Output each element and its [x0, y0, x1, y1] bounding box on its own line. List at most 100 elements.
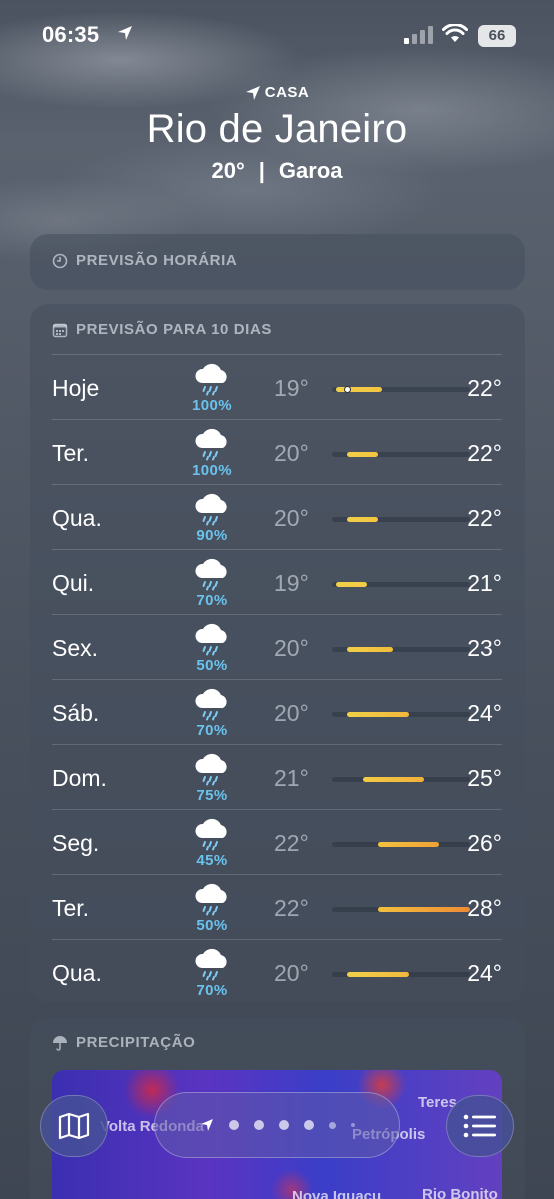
cloud-rain-icon — [195, 948, 227, 981]
temperature-range-track — [332, 842, 470, 847]
cloud-rain-icon — [195, 363, 227, 396]
temperature-range-track — [332, 582, 470, 587]
temperature-range-track — [332, 386, 470, 393]
temperature-range-bar — [347, 452, 378, 457]
current-location-icon — [200, 1119, 213, 1131]
cloud-rain-icon — [195, 688, 227, 721]
temperature-range-track — [332, 972, 470, 977]
map-label: Nova Iguaçu — [292, 1188, 382, 1199]
precip-chance: 90% — [196, 527, 228, 544]
cloud-rain-icon — [195, 818, 227, 851]
temperature-range-bar — [347, 712, 409, 717]
daily-forecast-row[interactable]: Qua. 90% 20° 22° — [52, 484, 502, 549]
temperature-range-track — [332, 517, 470, 522]
high-temperature: 22° — [467, 375, 502, 401]
precip-chance: 70% — [196, 982, 228, 999]
day-name: Dom. — [52, 765, 107, 791]
low-temperature: 20° — [274, 440, 309, 466]
wifi-icon — [442, 24, 468, 42]
temperature-range-bar — [378, 907, 470, 912]
day-name: Ter. — [52, 895, 90, 921]
day-name: Qua. — [52, 960, 102, 986]
page-dot[interactable] — [278, 1120, 289, 1130]
day-name: Qui. — [52, 570, 95, 596]
map-label: Rio Bonito — [422, 1186, 498, 1199]
daily-forecast-row[interactable]: Sáb. 70% 20° 24° — [52, 679, 502, 744]
hourly-forecast-card[interactable]: PREVISÃO HORÁRIA — [30, 234, 525, 290]
daily-forecast-row[interactable]: Ter. 100% 20° 22° — [52, 419, 502, 484]
precip-chance: 45% — [196, 852, 228, 869]
location-header: CASA Rio de Janeiro 20° | Garoa — [0, 84, 554, 184]
city-name: Rio de Janeiro — [146, 107, 408, 151]
location-services-icon — [118, 26, 132, 40]
day-name: Sex. — [52, 635, 99, 661]
cloud-rain-icon — [195, 753, 227, 786]
day-name: Hoje — [52, 375, 100, 401]
umbrella-icon — [53, 1035, 67, 1051]
daily-title-text: PREVISÃO PARA 10 DIAS — [76, 321, 272, 338]
ten-day-forecast-card[interactable]: PREVISÃO PARA 10 DIAS Hoje 100% 19° 22° Ter.… — [30, 304, 525, 1002]
daily-forecast-row[interactable]: Hoje 100% 19° 22° — [52, 354, 502, 419]
cloud-rain-icon — [195, 428, 227, 461]
hourly-title-text: PREVISÃO HORÁRIA — [76, 252, 238, 269]
high-temperature: 25° — [467, 765, 502, 791]
daily-forecast-list: Hoje 100% 19° 22° Ter. 100% 20° 22° Qua. 90% 20° 22… — [52, 354, 502, 1004]
temperature-range-track — [332, 777, 470, 782]
cloud-rain-icon — [195, 883, 227, 916]
precip-chance: 100% — [192, 462, 232, 479]
precip-card-title: PRECIPITAÇÃO — [52, 1034, 195, 1051]
daily-forecast-row[interactable]: Ter. 50% 22° 28° — [52, 874, 502, 939]
page-dot[interactable] — [350, 1123, 355, 1127]
daily-forecast-row[interactable]: Seg. 45% 22° 26° — [52, 809, 502, 874]
page-dot[interactable] — [328, 1121, 336, 1129]
high-temperature: 21° — [467, 570, 502, 596]
precip-chance: 70% — [196, 592, 228, 609]
high-temperature: 28° — [467, 895, 502, 921]
day-name: Seg. — [52, 830, 100, 856]
temperature-range-bar — [378, 842, 440, 847]
page-dot[interactable] — [228, 1120, 239, 1130]
low-temperature: 20° — [274, 960, 309, 986]
list-icon — [463, 1114, 496, 1138]
precip-chance: 75% — [196, 787, 228, 804]
day-name: Ter. — [52, 440, 90, 466]
high-temperature: 23° — [467, 635, 502, 661]
high-temperature: 22° — [467, 440, 502, 466]
status-bar: 06:35 66 — [0, 0, 554, 72]
status-time: 06:35 — [42, 22, 100, 47]
precip-title-text: PRECIPITAÇÃO — [76, 1034, 196, 1051]
temperature-range-bar — [347, 972, 409, 977]
temperature-range-bar — [336, 582, 367, 587]
daily-forecast-row[interactable]: Qui. 70% 19° 21° — [52, 549, 502, 614]
current-temperature: 20° — [211, 158, 245, 183]
high-temperature: 24° — [467, 960, 502, 986]
locations-list-button[interactable] — [446, 1095, 514, 1157]
daily-forecast-row[interactable]: Qua. 70% 20° 24° — [52, 939, 502, 1004]
low-temperature: 21° — [274, 765, 309, 791]
daily-forecast-row[interactable]: Sex. 50% 20° 23° — [52, 614, 502, 679]
battery-indicator: 66 — [478, 25, 516, 47]
location-page-indicator[interactable] — [154, 1092, 400, 1158]
location-label: CASA — [264, 84, 310, 101]
low-temperature: 20° — [274, 505, 309, 531]
low-temperature: 20° — [274, 700, 309, 726]
precip-chance: 70% — [196, 722, 228, 739]
daily-card-title: PREVISÃO PARA 10 DIAS — [52, 321, 272, 338]
day-name: Qua. — [52, 505, 102, 531]
daily-forecast-row[interactable]: Dom. 75% 21° 25° — [52, 744, 502, 809]
temperature-range-bar — [336, 387, 382, 392]
temperature-range-track — [332, 712, 470, 717]
hourly-card-title: PREVISÃO HORÁRIA — [52, 252, 237, 269]
low-temperature: 22° — [274, 830, 309, 856]
map-button[interactable] — [40, 1095, 108, 1157]
low-temperature: 22° — [274, 895, 309, 921]
page-dot[interactable] — [253, 1120, 264, 1130]
page-dot[interactable] — [303, 1120, 314, 1130]
location-label-row: CASA — [0, 84, 554, 101]
map-icon — [58, 1112, 90, 1140]
current-condition: Garoa — [278, 158, 343, 183]
temperature-range-track — [332, 647, 470, 652]
high-temperature: 26° — [467, 830, 502, 856]
temperature-range-bar — [347, 647, 394, 652]
temperature-range-bar — [362, 777, 424, 782]
